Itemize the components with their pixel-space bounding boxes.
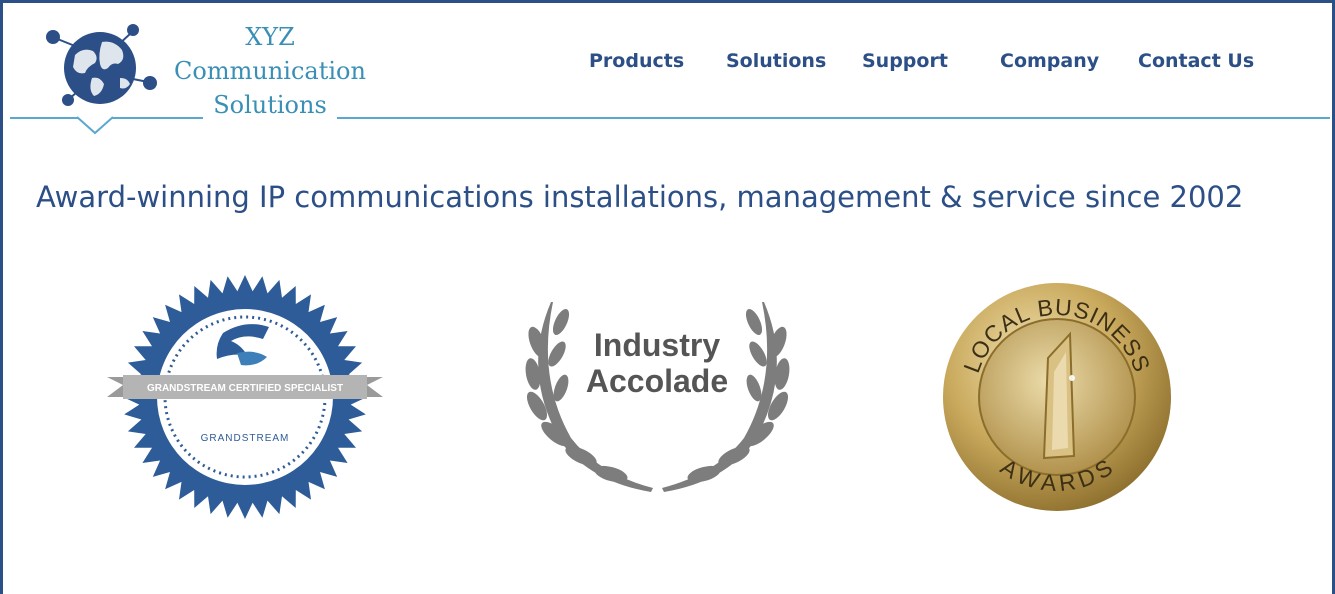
accolade-line-1: Industry [594, 327, 720, 363]
logo-line-3: Solutions [203, 91, 337, 119]
nav-contact-us[interactable]: Contact Us [1138, 50, 1254, 72]
grandstream-certified-badge[interactable]: GRANDSTREAM CERTIFIED SPECIALIST GRANDST… [105, 275, 385, 520]
company-wordmark[interactable]: XYZ Communication Solutions [170, 20, 370, 122]
industry-accolade-badge[interactable]: Industry Accolade [515, 292, 800, 502]
badge-ribbon-text: GRANDSTREAM CERTIFIED SPECIALIST [147, 383, 343, 394]
nav-solutions[interactable]: Solutions [726, 50, 826, 72]
logo-line-2: Communication [174, 57, 366, 85]
badge-brand-text: GRANDSTREAM [201, 433, 290, 444]
local-business-awards-badge[interactable]: LOCAL BUSINESS AWARDS [940, 280, 1175, 515]
accolade-line-2: Accolade [586, 363, 728, 399]
site-header: XYZ Communication Solutions Products Sol… [0, 0, 1335, 140]
caret-down-icon [76, 116, 114, 135]
page-tagline: Award-winning IP communications installa… [36, 180, 1244, 214]
nav-products[interactable]: Products [589, 50, 684, 72]
nav-company[interactable]: Company [1000, 50, 1099, 72]
logo-line-1: XYZ [245, 23, 295, 51]
globe-logo-icon[interactable] [40, 20, 160, 110]
nav-support[interactable]: Support [862, 50, 948, 72]
